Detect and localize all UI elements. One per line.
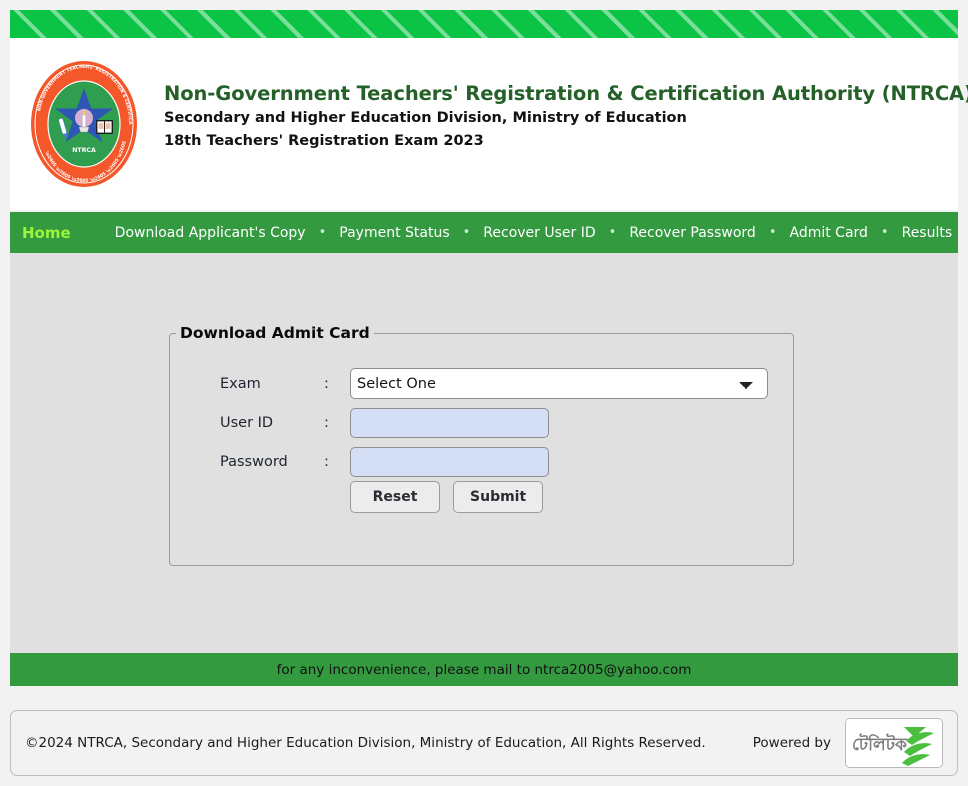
user-id-input[interactable] bbox=[350, 407, 549, 438]
nav-item-recover-password[interactable]: Recover Password bbox=[623, 225, 761, 241]
nav-item-download-applicants-copy[interactable]: Download Applicant's Copy bbox=[109, 225, 312, 241]
user-id-colon: : bbox=[324, 414, 329, 431]
ntrca-seal-logo-icon: NON-GOVERNMENT TEACHERS' REGISTRATION & … bbox=[26, 56, 142, 192]
password-input-cell bbox=[350, 442, 768, 481]
nav-separator-icon: • bbox=[768, 225, 777, 240]
header-subtitle-division: Secondary and Higher Education Division,… bbox=[164, 110, 687, 127]
password-colon: : bbox=[324, 453, 329, 470]
nav-item-recover-user-id[interactable]: Recover User ID bbox=[477, 225, 601, 241]
form-row-buttons: Reset Submit bbox=[220, 481, 768, 513]
exam-select-cell: Select One bbox=[350, 364, 768, 403]
form-row-user-id: User ID : bbox=[220, 403, 768, 442]
form-row-exam: Exam : Select One bbox=[220, 364, 768, 403]
contact-notice-bar: for any inconvenience, please mail to nt… bbox=[10, 653, 958, 686]
panel-legend: Download Admit Card bbox=[180, 324, 370, 342]
exam-label: Exam bbox=[220, 375, 261, 392]
nav-item-results[interactable]: Results bbox=[896, 225, 959, 241]
exam-colon: : bbox=[324, 375, 329, 392]
teletalk-logo-icon: টেলিটক bbox=[845, 718, 943, 768]
nav-item-admit-card[interactable]: Admit Card bbox=[783, 225, 873, 241]
powered-by-label: Powered by bbox=[752, 735, 831, 751]
nav-item-payment-status[interactable]: Payment Status bbox=[333, 225, 455, 241]
user-id-label: User ID bbox=[220, 414, 274, 431]
form-buttons: Reset Submit bbox=[350, 481, 768, 513]
main-content: Download Admit Card Exam : Select One Us… bbox=[10, 253, 958, 653]
header-subtitle-exam: 18th Teachers' Registration Exam 2023 bbox=[164, 133, 484, 150]
admit-card-form: Exam : Select One User ID : Password: R… bbox=[220, 364, 768, 513]
nav-separator-icon: • bbox=[318, 225, 327, 240]
decorative-striped-banner bbox=[10, 10, 958, 38]
page-root: NON-GOVERNMENT TEACHERS' REGISTRATION & … bbox=[0, 0, 968, 786]
nav-separator-icon: • bbox=[608, 225, 617, 240]
exam-select[interactable]: Select One bbox=[350, 368, 768, 399]
copyright-text: ©2024 NTRCA, Secondary and Higher Educat… bbox=[25, 735, 706, 751]
user-id-input-cell bbox=[350, 403, 768, 442]
reset-button[interactable]: Reset bbox=[350, 481, 440, 513]
form-row-password: Password : bbox=[220, 442, 768, 481]
nav-item-home[interactable]: Home bbox=[10, 224, 81, 242]
submit-button[interactable]: Submit bbox=[453, 481, 544, 513]
nav-separator-icon: • bbox=[880, 225, 889, 240]
footer-copyright-box: ©2024 NTRCA, Secondary and Higher Educat… bbox=[10, 710, 958, 776]
nav-separator-icon: • bbox=[462, 225, 471, 240]
nav-links: Download Applicant's Copy • Payment Stat… bbox=[109, 225, 958, 241]
page-title: Non-Government Teachers' Registration & … bbox=[164, 82, 968, 105]
svg-text:টেলিটক: টেলিটক bbox=[852, 733, 908, 755]
svg-text:NTRCA: NTRCA bbox=[72, 147, 96, 154]
main-navigation: Home Download Applicant's Copy • Payment… bbox=[10, 212, 958, 253]
password-label: Password bbox=[220, 453, 288, 470]
contact-notice-text: for any inconvenience, please mail to nt… bbox=[276, 661, 692, 678]
password-input[interactable] bbox=[350, 446, 549, 477]
download-admit-card-panel: Download Admit Card Exam : Select One Us… bbox=[169, 324, 794, 566]
site-header: NON-GOVERNMENT TEACHERS' REGISTRATION & … bbox=[10, 38, 968, 210]
